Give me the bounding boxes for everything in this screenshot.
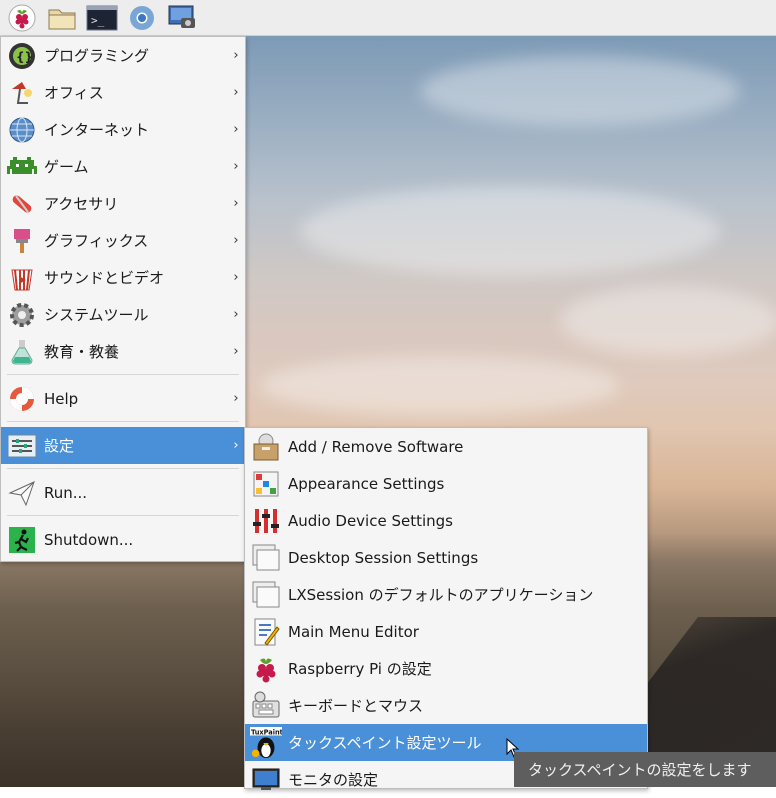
submenu-item-desktop-session-settings[interactable]: Desktop Session Settings xyxy=(245,539,647,576)
submenu-item-audio-device-settings[interactable]: Audio Device Settings xyxy=(245,502,647,539)
chevron-right-icon: › xyxy=(233,344,239,359)
audio-mixer-icon xyxy=(250,505,282,537)
submenu-item-add-remove-software[interactable]: Add / Remove Software xyxy=(245,428,647,465)
tooltip: タックスペイントの設定をします xyxy=(514,752,776,787)
menu-item-office[interactable]: オフィス › xyxy=(1,74,245,111)
menu-item-education[interactable]: 教育・教養 › xyxy=(1,333,245,370)
menu-item-label: Desktop Session Settings xyxy=(288,548,479,567)
menu-separator xyxy=(7,468,239,469)
office-icon xyxy=(6,77,38,109)
system-tools-icon xyxy=(6,299,38,331)
chevron-right-icon: › xyxy=(233,391,239,406)
menu-item-accessories[interactable]: アクセサリ › xyxy=(1,185,245,222)
games-icon xyxy=(6,151,38,183)
monitor-icon xyxy=(250,764,282,796)
menu-item-label: プログラミング xyxy=(44,47,150,65)
menu-item-label: タックスペイント設定ツール xyxy=(288,734,482,752)
submenu-item-lxsession-default-apps[interactable]: LXSession のデフォルトのアプリケーション xyxy=(245,576,647,613)
menu-item-label: オフィス xyxy=(44,84,104,102)
menu-item-shutdown[interactable]: Shutdown... xyxy=(1,521,245,558)
help-icon xyxy=(6,383,38,415)
package-icon xyxy=(250,431,282,463)
chevron-right-icon: › xyxy=(233,48,239,63)
raspberry-icon xyxy=(250,653,282,685)
submenu-item-appearance-settings[interactable]: Appearance Settings xyxy=(245,465,647,502)
menu-item-help[interactable]: Help › xyxy=(1,380,245,417)
menu-item-label: キーボードとマウス xyxy=(288,697,424,715)
window-icon xyxy=(250,579,282,611)
menu-separator xyxy=(7,515,239,516)
menu-item-label: アクセサリ xyxy=(44,195,119,213)
menu-item-label: 教育・教養 xyxy=(44,343,120,361)
taskbar-panel: >_ xyxy=(0,0,776,36)
svg-text:TuxPaint: TuxPaint xyxy=(251,728,282,736)
internet-icon xyxy=(6,114,38,146)
chromium-icon[interactable] xyxy=(124,2,160,34)
menu-item-graphics[interactable]: グラフィックス › xyxy=(1,222,245,259)
menu-item-label: Raspberry Pi の設定 xyxy=(288,660,432,678)
menu-item-label: 設定 xyxy=(44,437,75,455)
programming-icon: {} xyxy=(6,40,38,72)
menu-item-run[interactable]: Run... xyxy=(1,474,245,511)
menu-item-label: Add / Remove Software xyxy=(288,437,464,456)
menu-item-games[interactable]: ゲーム › xyxy=(1,148,245,185)
accessories-icon xyxy=(6,188,38,220)
menu-editor-icon xyxy=(250,616,282,648)
chevron-right-icon: › xyxy=(233,85,239,100)
tuxpaint-icon: TuxPaint xyxy=(250,726,282,759)
svg-text:{}: {} xyxy=(16,50,33,64)
chevron-right-icon: › xyxy=(233,196,239,211)
menu-separator xyxy=(7,374,239,375)
menu-item-label: Appearance Settings xyxy=(288,474,445,493)
menu-item-label: サウンドとビデオ xyxy=(44,269,165,287)
submenu-item-raspberry-pi-config[interactable]: Raspberry Pi の設定 xyxy=(245,650,647,687)
chevron-right-icon: › xyxy=(233,438,239,453)
menu-item-label: グラフィックス xyxy=(44,232,149,250)
chevron-right-icon: › xyxy=(233,233,239,248)
submenu-item-main-menu-editor[interactable]: Main Menu Editor xyxy=(245,613,647,650)
menu-item-label: ゲーム xyxy=(44,158,89,176)
menu-item-label: システムツール xyxy=(44,306,149,324)
menu-item-internet[interactable]: インターネット › xyxy=(1,111,245,148)
chevron-right-icon: › xyxy=(233,270,239,285)
file-manager-icon[interactable] xyxy=(44,2,80,34)
menu-item-label: Run... xyxy=(44,483,88,502)
menu-separator xyxy=(7,421,239,422)
menu-item-label: Shutdown... xyxy=(44,530,134,549)
menu-item-sound-video[interactable]: サウンドとビデオ › xyxy=(1,259,245,296)
raspberry-menu-icon[interactable] xyxy=(4,2,40,34)
keyboard-mouse-icon xyxy=(250,690,282,722)
terminal-icon[interactable]: >_ xyxy=(84,2,120,34)
menu-item-label: インターネット xyxy=(44,121,150,139)
chevron-right-icon: › xyxy=(233,159,239,174)
menu-item-preferences[interactable]: 設定 › xyxy=(1,427,245,464)
run-icon xyxy=(6,477,38,509)
education-icon xyxy=(6,336,38,368)
appearance-icon xyxy=(250,468,282,500)
chevron-right-icon: › xyxy=(233,122,239,137)
window-icon xyxy=(250,542,282,574)
shutdown-icon xyxy=(6,524,38,556)
menu-item-label: LXSession のデフォルトのアプリケーション xyxy=(288,586,594,604)
submenu-item-keyboard-mouse[interactable]: キーボードとマウス xyxy=(245,687,647,724)
menu-item-label: Main Menu Editor xyxy=(288,622,419,641)
menu-item-programming[interactable]: {} プログラミング › xyxy=(1,37,245,74)
preferences-submenu: Add / Remove Software Appearance Setting… xyxy=(244,427,648,790)
main-menu: {} プログラミング › オフィス › インターネット › ゲーム › アクセサ… xyxy=(0,36,246,562)
graphics-icon xyxy=(6,225,38,257)
preferences-icon xyxy=(6,430,38,462)
chevron-right-icon: › xyxy=(233,307,239,322)
menu-item-label: Audio Device Settings xyxy=(288,511,453,530)
screenshot-icon[interactable] xyxy=(164,2,200,34)
menu-item-label: Help xyxy=(44,389,79,408)
menu-item-system-tools[interactable]: システムツール › xyxy=(1,296,245,333)
svg-text:>_: >_ xyxy=(91,14,105,27)
sound-video-icon xyxy=(6,262,38,294)
